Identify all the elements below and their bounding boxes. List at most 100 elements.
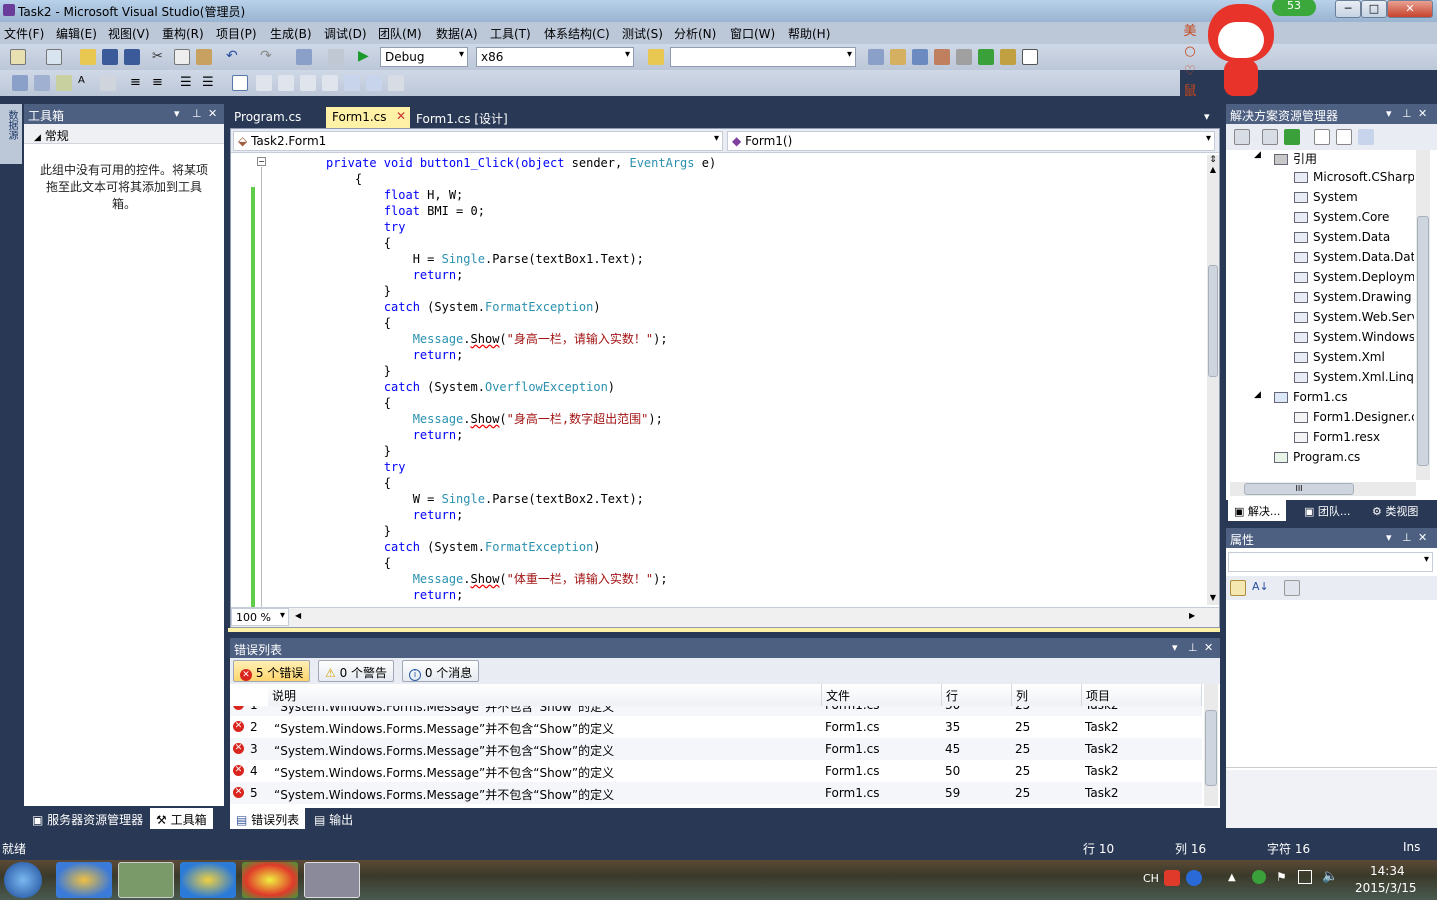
complete-word-icon[interactable]: A (78, 75, 94, 91)
code-line[interactable]: return; (326, 427, 464, 443)
network-icon[interactable] (1298, 870, 1312, 884)
code-line[interactable]: { (326, 555, 391, 571)
editor-vertical-scrollbar[interactable]: ⇕ ▲ ▼ (1207, 155, 1219, 605)
start-debugging-icon[interactable]: ▶ (358, 48, 374, 64)
code-line[interactable]: return; (326, 267, 464, 283)
next-bookmark-folder-icon[interactable] (322, 75, 338, 91)
menu-data[interactable]: 数据(A) (436, 25, 478, 42)
cut-icon[interactable]: ✂ (152, 49, 168, 65)
mascot-tag-3[interactable]: ♡ (1180, 62, 1200, 82)
mascot-tag-4[interactable]: 鼠 (1180, 82, 1200, 102)
maximize-button[interactable]: □ (1361, 0, 1387, 18)
parameter-info-icon[interactable] (34, 75, 50, 91)
code-line[interactable]: } (326, 363, 391, 379)
open-folder-icon[interactable] (80, 49, 96, 65)
view-code-icon[interactable] (1314, 129, 1330, 145)
undo-icon[interactable]: ↶ (226, 48, 242, 64)
previous-bookmark-icon[interactable] (256, 75, 272, 91)
next-bookmark-icon[interactable] (278, 75, 294, 91)
tree-node-program-cs[interactable]: Program.cs (1274, 450, 1360, 464)
pin-icon[interactable]: ⊥ (1188, 641, 1198, 654)
code-line[interactable]: { (326, 395, 391, 411)
tools-icon[interactable] (956, 49, 972, 65)
find-in-files-icon[interactable] (648, 49, 664, 65)
column-header-description[interactable]: 说明 (268, 684, 822, 706)
scroll-up-icon[interactable]: ▲ (1207, 165, 1219, 177)
navigate-backward-icon[interactable] (296, 49, 312, 65)
code-line[interactable]: try (326, 459, 406, 475)
tray-app-icon[interactable] (1252, 870, 1266, 884)
data-sources-side-tab[interactable]: 数据源 (0, 104, 22, 164)
start-page-icon[interactable] (978, 49, 994, 65)
pin-icon[interactable]: ⊥ (192, 107, 202, 120)
expand-triangle-icon[interactable]: ◢ (1254, 390, 1261, 400)
dropdown-arrow-icon[interactable]: ▾ (1172, 641, 1178, 654)
quick-info-icon[interactable] (56, 75, 72, 91)
menu-view[interactable]: 视图(V) (108, 25, 150, 42)
dropdown-arrow-icon[interactable]: ▾ (1386, 107, 1392, 120)
tree-node-reference[interactable]: System.Data (1294, 230, 1390, 244)
menu-architecture[interactable]: 体系结构(C) (544, 25, 610, 42)
tree-node-reference[interactable]: System.Windows (1294, 330, 1414, 344)
menu-refactor[interactable]: 重构(R) (162, 25, 204, 42)
paste-icon[interactable] (196, 49, 212, 65)
code-line[interactable]: { (326, 171, 362, 187)
navigate-forward-icon[interactable] (328, 49, 344, 65)
properties-window-icon[interactable] (890, 49, 906, 65)
code-line[interactable]: Message.Show("身高一栏，请输入实数！"); (326, 331, 668, 347)
code-editor[interactable]: ⬙ Task2.Form1 ◆ Form1() − private void b… (230, 128, 1220, 628)
add-item-icon[interactable] (46, 49, 62, 65)
close-icon[interactable]: ✕ (1418, 107, 1427, 120)
sogou-ime-icon[interactable] (1164, 870, 1180, 886)
dropdown-arrow-icon[interactable]: ▾ (174, 107, 180, 120)
dropdown-arrow-icon[interactable]: ▾ (1386, 531, 1392, 544)
tree-node-reference[interactable]: System.Deployme (1294, 270, 1414, 284)
code-line[interactable]: float BMI = 0; (326, 203, 485, 219)
code-line[interactable]: H = Single.Parse(textBox1.Text); (326, 251, 644, 267)
tab-program-cs[interactable]: Program.cs (228, 107, 307, 128)
code-line[interactable]: float H, W; (326, 187, 463, 203)
tab-list-dropdown-icon[interactable]: ▾ (1204, 110, 1210, 123)
menu-test[interactable]: 测试(S) (622, 25, 663, 42)
solution-vertical-scrollbar[interactable] (1416, 150, 1430, 480)
mascot-tag-1[interactable]: 美 (1180, 22, 1200, 42)
split-handle-icon[interactable]: ⇕ (1207, 155, 1219, 165)
display-object-member-list-icon[interactable] (12, 75, 28, 91)
tree-node-reference[interactable]: System.Xml (1294, 350, 1385, 364)
tab-team-explorer[interactable]: ▣ 团队... (1298, 500, 1356, 521)
scroll-down-icon[interactable]: ▼ (1207, 593, 1219, 605)
property-pages-icon[interactable] (1284, 580, 1300, 596)
warnings-filter-button[interactable]: ⚠ 0 个警告 (318, 660, 395, 682)
tree-node-reference[interactable]: System.Drawing (1294, 290, 1411, 304)
taskbar-app-visual-studio-icon[interactable] (304, 862, 360, 898)
taskbar-app-pinwheel-icon[interactable] (56, 862, 112, 898)
code-line[interactable]: Message.Show("体重一栏，请输入实数！"); (326, 571, 668, 587)
extension-manager-icon[interactable] (1000, 49, 1016, 65)
errors-filter-button[interactable]: ✕ 5 个错误 (233, 660, 311, 682)
close-icon[interactable]: ✕ (1204, 641, 1213, 654)
error-row[interactable]: ✕ 1 “System.Windows.Forms.Message”并不包含“Sho… (230, 706, 1202, 716)
volume-icon[interactable]: 🔈 (1322, 869, 1338, 884)
redo-icon[interactable]: ↷ (260, 48, 276, 64)
code-line[interactable]: Message.Show("身高一栏,数字超出范围"); (326, 411, 663, 427)
object-select[interactable] (1228, 552, 1433, 572)
taskbar-app-security-icon[interactable] (180, 862, 236, 898)
pin-icon[interactable]: ⊥ (1402, 531, 1412, 544)
bookmarks-icon[interactable] (100, 75, 116, 91)
error-row[interactable]: ✕ 2 “System.Windows.Forms.Message”并不包含“Sho… (230, 716, 1202, 738)
column-header-column[interactable]: 列 (1012, 684, 1082, 706)
code-line[interactable]: } (326, 283, 391, 299)
scroll-left-icon[interactable]: ◀ (295, 611, 301, 620)
scroll-thumb[interactable] (1208, 265, 1218, 377)
ali-fox-mascot-image[interactable] (1202, 0, 1280, 100)
mascot-tag-2[interactable]: ○ (1180, 42, 1200, 62)
code-line[interactable]: catch (System.FormatException) (326, 539, 601, 555)
code-line[interactable]: try (326, 219, 406, 235)
scroll-thumb[interactable] (1417, 216, 1429, 466)
close-icon[interactable]: ✕ (1418, 531, 1427, 544)
error-list-scrollbar[interactable] (1204, 684, 1218, 806)
tree-node-form1-designer[interactable]: Form1.Designer.c (1294, 410, 1414, 424)
menu-file[interactable]: 文件(F) (4, 25, 44, 42)
clock-date[interactable]: 2015/3/15 (1355, 881, 1417, 895)
error-row[interactable]: ✕ 3 “System.Windows.Forms.Message”并不包含“Sho… (230, 738, 1202, 760)
